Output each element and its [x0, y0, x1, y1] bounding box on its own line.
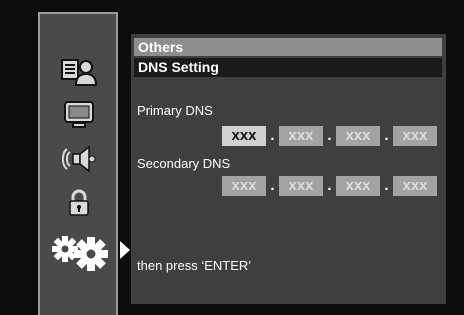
- octet-separator: .: [384, 127, 389, 144]
- octet-separator: .: [384, 177, 389, 194]
- gears-icon[interactable]: [40, 230, 118, 274]
- language-person-icon[interactable]: [40, 54, 118, 88]
- primary-dns-label: Primary DNS: [137, 103, 213, 118]
- secondary-dns-octet-3[interactable]: xxx: [336, 176, 380, 196]
- secondary-dns-octet-4[interactable]: xxx: [393, 176, 437, 196]
- primary-dns-octet-4[interactable]: xxx: [393, 126, 437, 146]
- secondary-dns-input[interactable]: xxx . xxx . xxx . xxx: [222, 176, 437, 196]
- primary-dns-octet-1[interactable]: xxx: [222, 126, 266, 146]
- octet-separator: .: [270, 177, 275, 194]
- enter-hint: then press ‘ENTER’: [137, 258, 252, 273]
- primary-dns-octet-2[interactable]: xxx: [279, 126, 323, 146]
- page-title: DNS Setting: [134, 58, 442, 77]
- settings-sidebar: [38, 12, 118, 315]
- secondary-dns-octet-2[interactable]: xxx: [279, 176, 323, 196]
- secondary-dns-label: Secondary DNS: [137, 156, 231, 171]
- secondary-dns-octet-1[interactable]: xxx: [222, 176, 266, 196]
- speaker-sound-icon[interactable]: [40, 142, 118, 176]
- octet-separator: .: [327, 127, 332, 144]
- primary-dns-octet-3[interactable]: xxx: [336, 126, 380, 146]
- tv-screen-icon[interactable]: [40, 98, 118, 132]
- octet-separator: .: [327, 177, 332, 194]
- settings-screen: Others DNS Setting Primary DNS xxx . xxx…: [0, 0, 464, 315]
- octet-separator: .: [270, 127, 275, 144]
- selection-arrow-icon: [120, 241, 130, 259]
- primary-dns-input[interactable]: xxx . xxx . xxx . xxx: [222, 126, 437, 146]
- padlock-icon[interactable]: [40, 186, 118, 220]
- breadcrumb-section: Others: [134, 38, 442, 56]
